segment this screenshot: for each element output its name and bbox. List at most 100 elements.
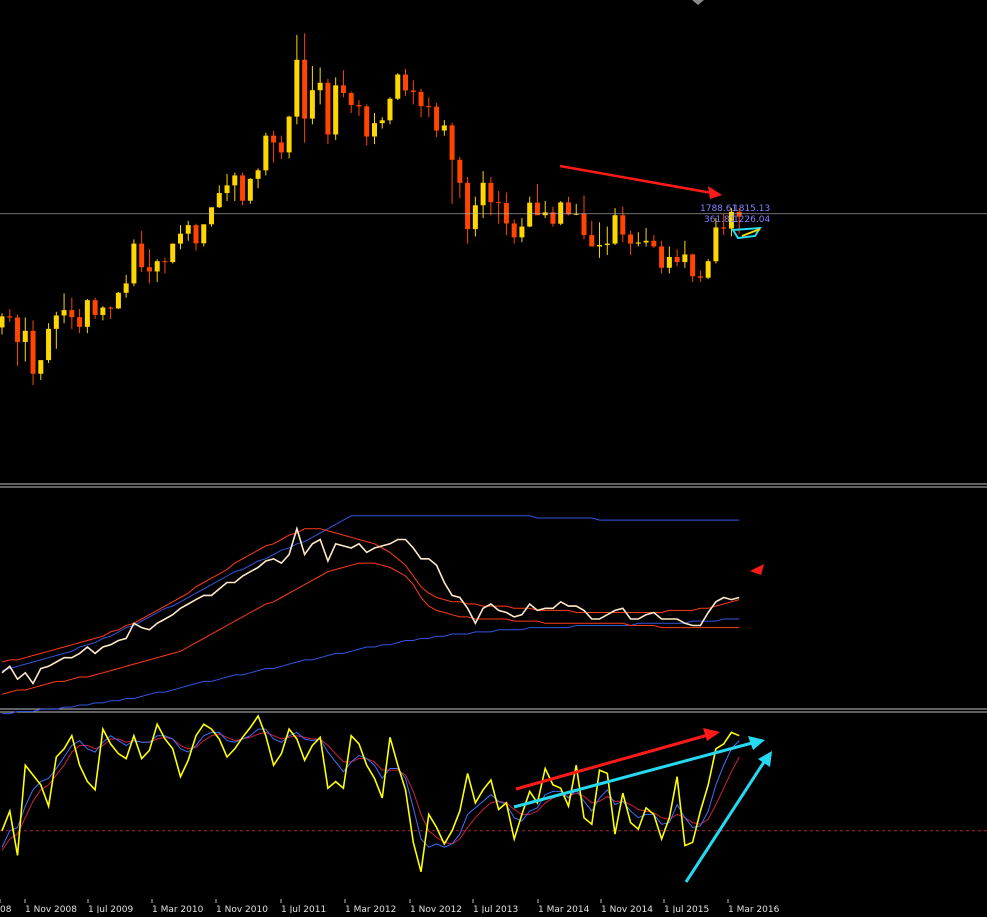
candle-body [697, 276, 703, 278]
candle-body [123, 283, 129, 293]
candle-2016-01 [705, 259, 711, 280]
candle-body [53, 315, 59, 329]
candle-body [527, 202, 533, 227]
candle-body [108, 307, 114, 309]
candle-body [263, 135, 269, 171]
candle-2010-04 [170, 243, 176, 264]
candle-body [643, 240, 649, 243]
candle-body [480, 182, 486, 206]
candle-body [434, 106, 440, 131]
candle-body [721, 227, 727, 229]
axis-tick-label: 1 Mar 2010 [152, 905, 204, 913]
candle-body [410, 90, 416, 92]
candle-2012-01 [333, 77, 339, 140]
level-label-4: 1226.04 [733, 215, 770, 225]
candle-body [511, 223, 517, 238]
candle-body [488, 182, 494, 203]
candle-body [705, 261, 711, 278]
candle-body [597, 245, 603, 247]
candle-body [364, 106, 370, 137]
candle-body [503, 202, 509, 224]
candle-body [30, 330, 36, 374]
candle-body [271, 135, 277, 143]
candle-body [651, 240, 657, 247]
axis-tick-label: 1 Nov 2010 [216, 905, 268, 913]
candle-body [465, 182, 471, 230]
candle-2011-07 [286, 115, 292, 159]
candle-body [100, 307, 106, 315]
candle-body [457, 159, 463, 183]
candle-body [232, 175, 238, 186]
candle-body [224, 185, 230, 194]
candle-body [449, 125, 455, 160]
candle-body [356, 104, 362, 107]
candle-body [558, 202, 564, 224]
candle-body [177, 233, 183, 244]
candle-body [635, 242, 641, 244]
candle-body [154, 261, 160, 272]
candle-body [371, 123, 377, 137]
candle-body [162, 261, 168, 263]
candle-2010-09 [209, 207, 215, 227]
axis-tick-label: 1 Jul 2015 [664, 905, 709, 913]
candle-2011-01 [240, 172, 246, 206]
candle-body [7, 316, 13, 318]
level-label-1: 1788.61 [700, 204, 737, 214]
candle-2011-12 [325, 78, 331, 145]
candle-body [395, 74, 401, 99]
candle-body [38, 360, 44, 374]
candle-body [340, 85, 346, 94]
chart-canvas[interactable]: 1788.61 1815.13 361.81 1226.04 08 1 Nov 2… [0, 0, 987, 915]
candle-body [209, 207, 215, 225]
candle-body [22, 330, 28, 342]
candle-body [620, 215, 626, 235]
candle-body [418, 91, 424, 107]
candle-body [682, 254, 688, 263]
candle-body [201, 224, 207, 244]
candle-body [15, 317, 21, 342]
candle-body [286, 116, 292, 153]
candle-body [348, 93, 354, 105]
axis-tick-label: 1 Nov 2014 [601, 905, 653, 913]
axis-tick-label: 1 Mar 2014 [538, 905, 590, 913]
candle-body [565, 202, 571, 215]
candle-body [713, 227, 719, 262]
candle-body [441, 125, 447, 131]
candle-body [170, 243, 176, 263]
candle-body [278, 142, 284, 153]
candle-body [628, 234, 634, 244]
candle-2008-12 [46, 323, 52, 363]
candle-body [294, 59, 300, 117]
candle-body [115, 292, 121, 309]
candle-2012-08 [387, 97, 393, 125]
candle-body [333, 85, 339, 135]
axis-tick-label: 1 Jul 2013 [473, 905, 518, 913]
axis-tick-label: 1 Mar 2016 [728, 905, 780, 913]
candle-body [77, 317, 83, 327]
candle-body [325, 82, 331, 135]
candle-body [0, 316, 5, 328]
chart-window[interactable]: 1788.61 1815.13 361.81 1226.04 08 1 Nov 2… [0, 0, 987, 915]
axis-tick-label: 1 Jul 2011 [281, 905, 326, 913]
candle-2010-08 [201, 224, 207, 247]
candle-body [61, 310, 67, 316]
candle-2011-04 [263, 132, 269, 176]
candle-body [604, 243, 610, 246]
candle-body [146, 267, 152, 272]
candle-body [240, 175, 246, 201]
candle-2012-09 [395, 73, 401, 101]
candle-2011-02 [247, 178, 253, 204]
level-label-3: 361.81 [704, 215, 736, 225]
candle-body [426, 106, 432, 108]
candle-body [317, 82, 323, 91]
candle-body [534, 202, 540, 216]
candle-2009-09 [115, 291, 121, 309]
candle-body [472, 205, 478, 230]
candle-body [581, 213, 587, 236]
candle-body [255, 170, 261, 179]
candle-body [496, 202, 502, 204]
candle-body [403, 74, 409, 91]
candle-body [131, 243, 137, 284]
candle-body [659, 246, 665, 268]
candle-body [216, 193, 222, 208]
